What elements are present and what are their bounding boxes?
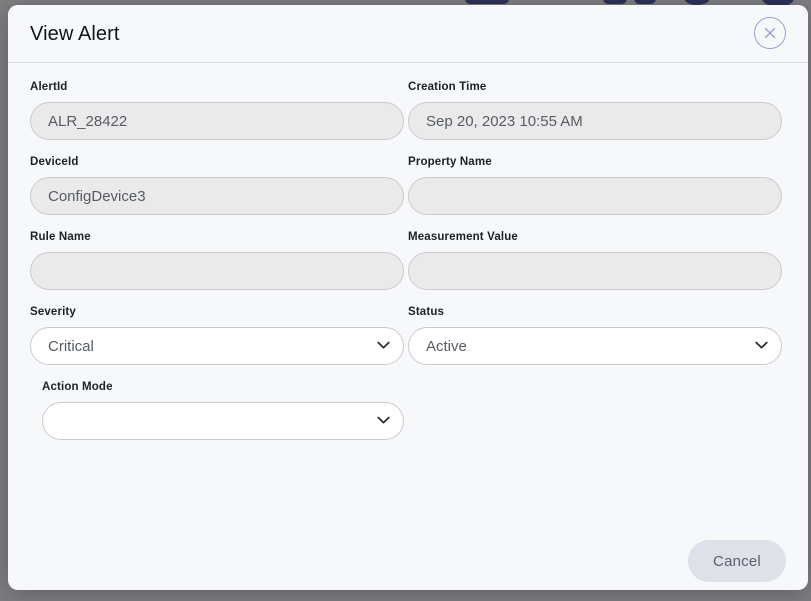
cancel-button[interactable]: Cancel	[688, 540, 786, 582]
field-label: Property Name	[408, 156, 786, 168]
severity-select[interactable]: CriticalMajorMinorWarningInfo	[30, 327, 404, 365]
action-mode-select-wrapper: ManualAutomatic	[42, 402, 404, 440]
form-row: Action Mode ManualAutomatic	[30, 381, 786, 440]
field-spacer	[408, 381, 786, 440]
field-alert-id: AlertId	[30, 81, 408, 140]
field-label: DeviceId	[30, 156, 408, 168]
form-row: AlertId Creation Time	[30, 81, 786, 140]
dialog-body: AlertId Creation Time DeviceId Property …	[8, 63, 808, 533]
dialog-header: View Alert	[8, 5, 808, 63]
field-label: Action Mode	[42, 381, 408, 393]
field-label: Rule Name	[30, 231, 408, 243]
status-select[interactable]: ActiveAcknowledgedClosedResolved	[408, 327, 782, 365]
close-icon[interactable]	[754, 17, 786, 49]
page-title: View Alert	[30, 23, 120, 46]
property-name-input	[408, 177, 782, 215]
field-label: Status	[408, 306, 786, 318]
field-device-id: DeviceId	[30, 156, 408, 215]
view-alert-dialog: View Alert AlertId Creation Time	[8, 5, 808, 590]
severity-select-wrapper: CriticalMajorMinorWarningInfo	[30, 327, 404, 365]
status-select-wrapper: ActiveAcknowledgedClosedResolved	[408, 327, 782, 365]
action-mode-select[interactable]: ManualAutomatic	[42, 402, 404, 440]
background-shape	[465, 0, 509, 4]
form-row: DeviceId Property Name	[30, 156, 786, 215]
field-label: Measurement Value	[408, 231, 786, 243]
field-severity: Severity CriticalMajorMinorWarningInfo	[30, 306, 408, 365]
field-action-mode: Action Mode ManualAutomatic	[30, 381, 408, 440]
measurement-value-input	[408, 252, 782, 290]
dialog-footer: Cancel	[8, 532, 808, 590]
field-label: AlertId	[30, 81, 408, 93]
field-creation-time: Creation Time	[408, 81, 786, 140]
form-row: Severity CriticalMajorMinorWarningInfo S…	[30, 306, 786, 365]
field-property-name: Property Name	[408, 156, 786, 215]
creation-time-input	[408, 102, 782, 140]
alert-detail-form: AlertId Creation Time DeviceId Property …	[8, 63, 808, 440]
device-id-input	[30, 177, 404, 215]
close-x-icon	[763, 26, 777, 40]
alert-id-input	[30, 102, 404, 140]
field-status: Status ActiveAcknowledgedClosedResolved	[408, 306, 786, 365]
field-label: Creation Time	[408, 81, 786, 93]
background-shape	[603, 0, 627, 4]
background-shape	[634, 0, 656, 4]
field-measurement-value: Measurement Value	[408, 231, 786, 290]
rule-name-input	[30, 252, 404, 290]
field-label: Severity	[30, 306, 408, 318]
field-rule-name: Rule Name	[30, 231, 408, 290]
form-row: Rule Name Measurement Value	[30, 231, 786, 290]
